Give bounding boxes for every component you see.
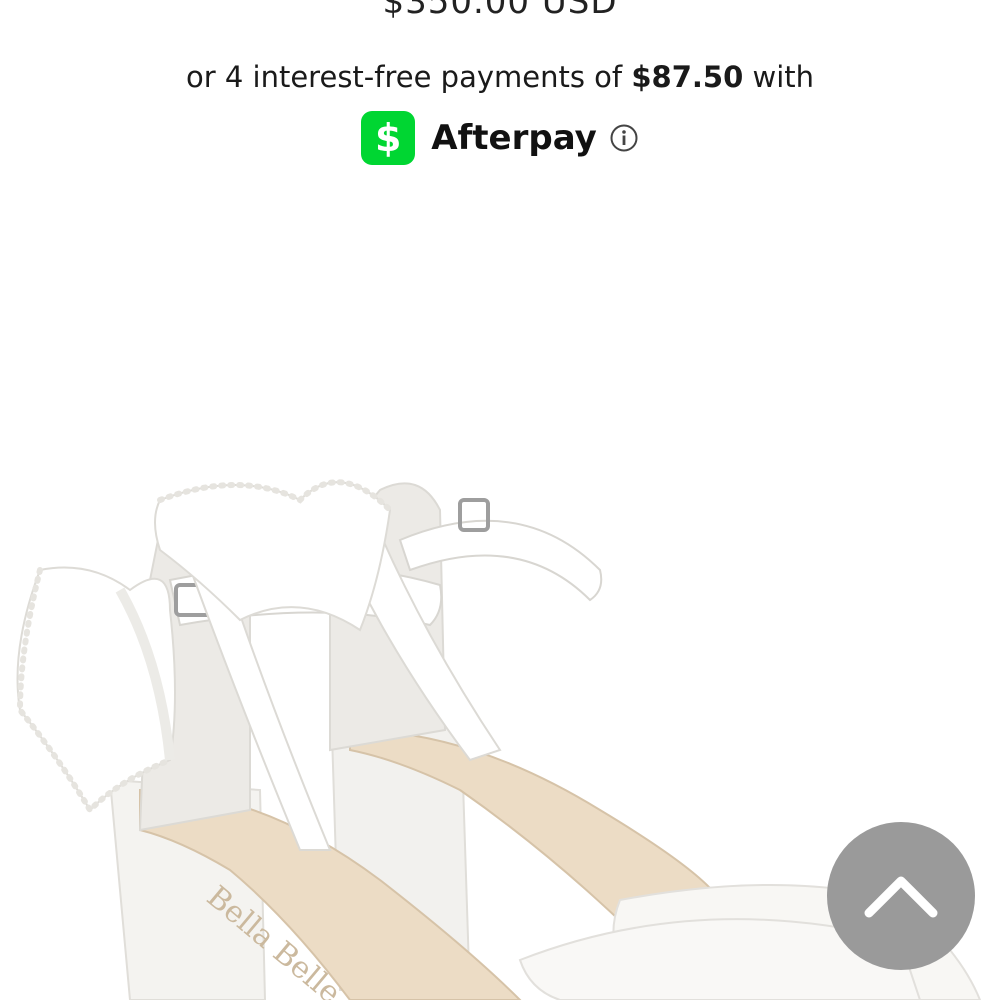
installment-prefix: or 4 interest-free payments of bbox=[185, 60, 632, 94]
chevron-up-icon bbox=[864, 876, 938, 918]
info-icon[interactable] bbox=[609, 123, 639, 153]
scroll-to-top-button[interactable] bbox=[827, 822, 975, 970]
installment-text: or 4 interest-free payments of $87.50 wi… bbox=[0, 58, 1000, 96]
afterpay-label: Afterpay bbox=[431, 118, 597, 158]
product-price: $350.00 USD bbox=[382, 0, 618, 22]
product-page: $350.00 USD or 4 interest-free payments … bbox=[0, 0, 1000, 1000]
afterpay-badge[interactable]: $ Afterpay bbox=[0, 111, 1000, 165]
installment-amount: $87.50 bbox=[631, 60, 744, 94]
cash-app-icon: $ bbox=[361, 111, 416, 165]
installment-suffix: with bbox=[743, 60, 815, 94]
